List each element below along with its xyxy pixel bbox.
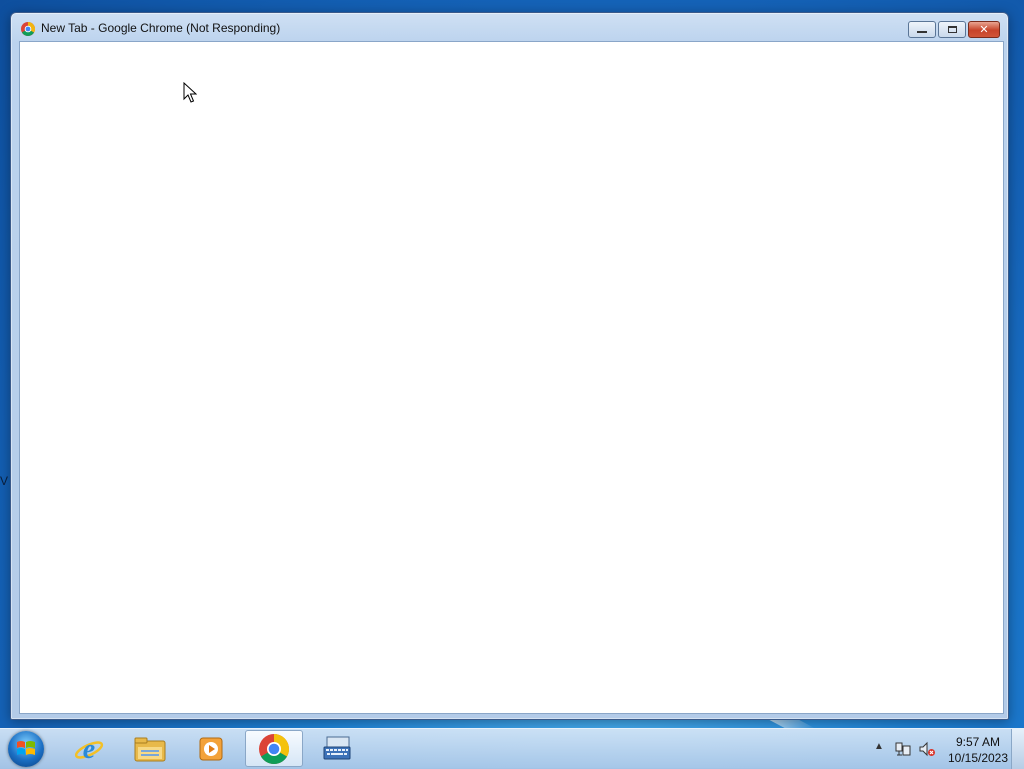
folder-icon <box>134 737 166 761</box>
close-button[interactable]: ✕ <box>968 21 1000 38</box>
close-icon: ✕ <box>979 23 989 36</box>
maximize-button[interactable] <box>938 21 966 38</box>
window-controls: ✕ <box>908 21 1000 38</box>
minimize-icon <box>917 31 927 33</box>
internet-explorer-icon: e <box>74 734 104 765</box>
show-hidden-icons-button[interactable]: ▲ <box>874 741 884 752</box>
taskbar-internet-explorer[interactable]: e <box>60 730 118 767</box>
svg-text:e: e <box>83 734 95 765</box>
taskbar-clock[interactable]: 9:57 AM 10/15/2023 <box>946 734 1010 766</box>
window-titlebar[interactable]: New Tab - Google Chrome (Not Responding)… <box>11 13 1008 43</box>
windows-logo-icon <box>17 741 35 755</box>
taskbar: e ▲ 9:57 AM 10/15/2023 <box>0 728 1024 769</box>
start-button[interactable] <box>8 731 44 767</box>
clock-time: 9:57 AM <box>955 735 1001 749</box>
restore-icon <box>947 26 957 33</box>
show-desktop-button[interactable] <box>1011 729 1024 769</box>
keyboard-icon <box>323 736 351 759</box>
taskbar-windows-explorer[interactable] <box>121 730 179 767</box>
network-icon[interactable] <box>894 740 912 758</box>
clock-date: 10/15/2023 <box>947 751 1009 765</box>
taskbar-on-screen-keyboard[interactable] <box>308 730 366 767</box>
mouse-cursor-icon <box>183 82 197 103</box>
system-tray: ▲ 9:57 AM 10/15/2023 <box>864 729 1024 769</box>
window-title: New Tab - Google Chrome (Not Responding) <box>41 21 281 35</box>
taskbar-media-player[interactable] <box>182 730 240 767</box>
chrome-window[interactable]: New Tab - Google Chrome (Not Responding)… <box>10 12 1009 720</box>
minimize-button[interactable] <box>908 21 936 38</box>
volume-muted-icon[interactable] <box>918 740 936 758</box>
media-player-icon <box>199 737 223 760</box>
taskbar-google-chrome[interactable] <box>245 730 303 767</box>
page-content-area[interactable] <box>19 41 1004 714</box>
desktop-icon-label-fragment: V <box>0 474 9 488</box>
chrome-icon <box>259 733 290 764</box>
chrome-icon <box>21 22 35 36</box>
